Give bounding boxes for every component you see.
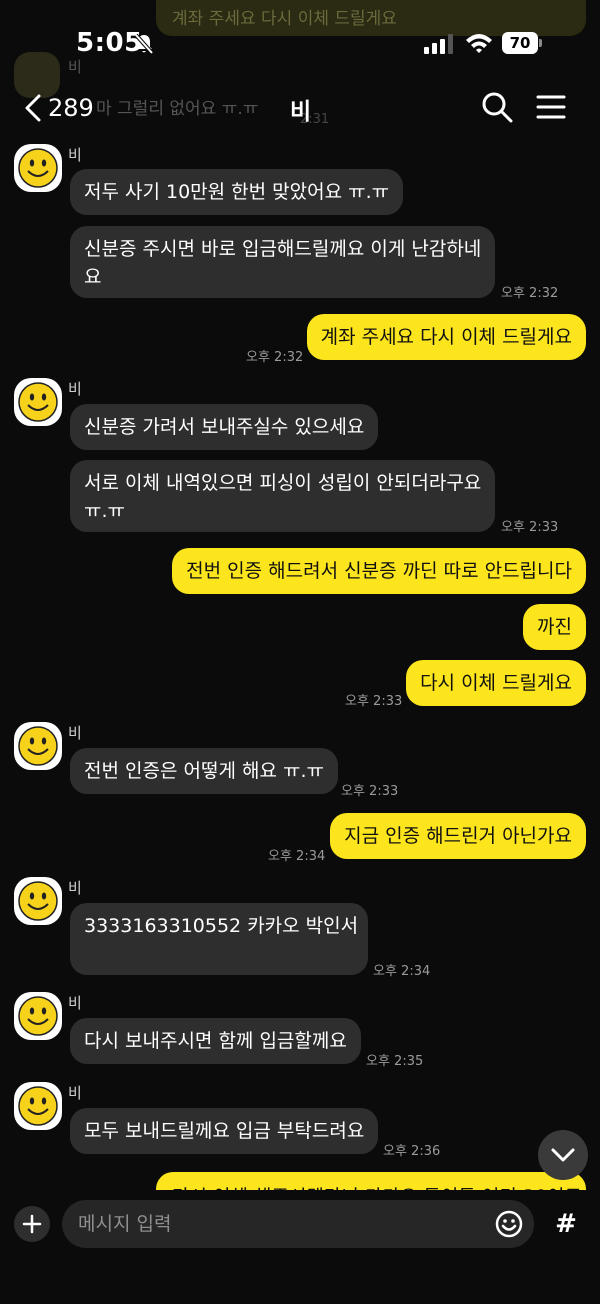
message-bubble-incoming[interactable]: 다시 보내주시면 함께 입금할께요 <box>70 1018 361 1064</box>
sender-name: 비 <box>68 879 82 897</box>
message-bubble-incoming[interactable]: 신분증 가려서 보내주실수 있으세요 <box>70 404 379 450</box>
message-timestamp: 오후 2:32 <box>246 350 304 365</box>
message-bubble-outgoing[interactable]: 까진 <box>523 604 586 650</box>
hash-button[interactable]: # <box>546 1206 586 1242</box>
avatar[interactable] <box>14 992 62 1040</box>
sender-name: 비 <box>68 146 82 164</box>
message-timestamp: 오후 2:33 <box>501 520 559 535</box>
avatar[interactable] <box>14 378 62 426</box>
message-bubble-incoming[interactable]: 저두 사기 10만원 한번 맞았어요 ㅠ.ㅠ <box>70 169 404 215</box>
message-bubble-outgoing[interactable]: 다시 이체 드릴게요 <box>406 660 586 706</box>
unread-count: 289 <box>48 94 94 122</box>
message-timestamp: 오후 2:35 <box>366 1054 424 1069</box>
message-line: ㅠ.ㅠ <box>84 500 125 522</box>
message-bubble-outgoing[interactable]: 전번 인증 해드려서 신분증 까딘 따로 안드립니다 <box>172 548 586 594</box>
sender-name: 비 <box>68 724 82 742</box>
message-bubble-outgoing[interactable]: 계좌 주세요 다시 이체 드릴게요 <box>306 314 586 360</box>
avatar[interactable] <box>14 877 62 925</box>
message-timestamp: 오후 2:33 <box>341 784 399 799</box>
chat-header: 289 비 <box>0 82 600 132</box>
smiley-icon <box>18 726 58 766</box>
emoji-icon[interactable] <box>494 1209 524 1239</box>
bell-off-icon <box>134 33 154 55</box>
message-input-container <box>62 1200 534 1248</box>
avatar[interactable] <box>14 1082 62 1130</box>
hamburger-menu-icon[interactable] <box>536 92 566 122</box>
message-line: 신분증 주시면 바로 입금해드릴께요 이게 난감하네 <box>84 238 482 260</box>
sender-name: 비 <box>68 994 82 1012</box>
chat-messages[interactable]: 비 저두 사기 10만원 한번 맞았어요 ㅠ.ㅠ 신분증 주시면 바로 입금해드… <box>0 132 600 1192</box>
smiley-icon <box>18 148 58 188</box>
smiley-icon <box>18 996 58 1036</box>
smiley-icon <box>18 881 58 921</box>
message-timestamp: 오후 2:34 <box>268 849 326 864</box>
chat-title: 비 <box>290 99 312 125</box>
message-timestamp: 오후 2:33 <box>345 694 403 709</box>
chevron-down-icon <box>551 1148 575 1162</box>
message-line: 서로 이체 내역있으면 피싱이 성립이 안되더라구요 <box>84 472 482 494</box>
smiley-icon <box>18 1086 58 1126</box>
chevron-left-icon <box>25 94 41 122</box>
message-bubble-incoming[interactable]: 모두 보내드릴께요 입금 부탁드려요 <box>70 1108 379 1154</box>
battery-cap <box>539 39 542 47</box>
smiley-icon <box>18 382 58 422</box>
message-bubble-outgoing[interactable]: 지금 인증 해드린거 아닌가요 <box>330 813 586 859</box>
avatar[interactable] <box>14 144 62 192</box>
message-input[interactable] <box>78 1200 488 1248</box>
message-line: 요 <box>84 266 102 288</box>
message-bubble-incoming[interactable]: 서로 이체 내역있으면 피싱이 성립이 안되더라구요 ㅠ.ㅠ <box>70 460 495 532</box>
message-bubble-incoming[interactable]: 전번 인증은 어떻게 해요 ㅠ.ㅠ <box>70 748 338 794</box>
message-bubble-incoming[interactable]: 신분증 주시면 바로 입금해드릴께요 이게 난감하네 요 <box>70 226 495 298</box>
sender-name: 비 <box>68 380 82 398</box>
wifi-icon <box>466 34 492 53</box>
search-icon[interactable] <box>480 90 514 124</box>
avatar[interactable] <box>14 722 62 770</box>
signal-icon <box>424 34 453 54</box>
battery-indicator: 70 <box>502 32 542 54</box>
message-bubble-incoming[interactable]: 3333163310552 카카오 박인서 <box>70 903 368 975</box>
scroll-down-button[interactable] <box>538 1130 588 1180</box>
attach-button[interactable] <box>14 1206 50 1242</box>
back-button[interactable]: 289 <box>22 90 94 126</box>
battery-level: 70 <box>502 32 538 54</box>
plus-icon <box>22 1214 42 1234</box>
message-timestamp: 오후 2:36 <box>383 1144 441 1159</box>
message-composer: # <box>0 1190 600 1304</box>
message-timestamp: 오후 2:32 <box>501 286 559 301</box>
message-timestamp: 오후 2:34 <box>373 964 431 979</box>
status-time: 5:05 <box>76 28 143 58</box>
status-bar: 5:05 70 <box>0 0 600 80</box>
sender-name: 비 <box>68 1084 82 1102</box>
